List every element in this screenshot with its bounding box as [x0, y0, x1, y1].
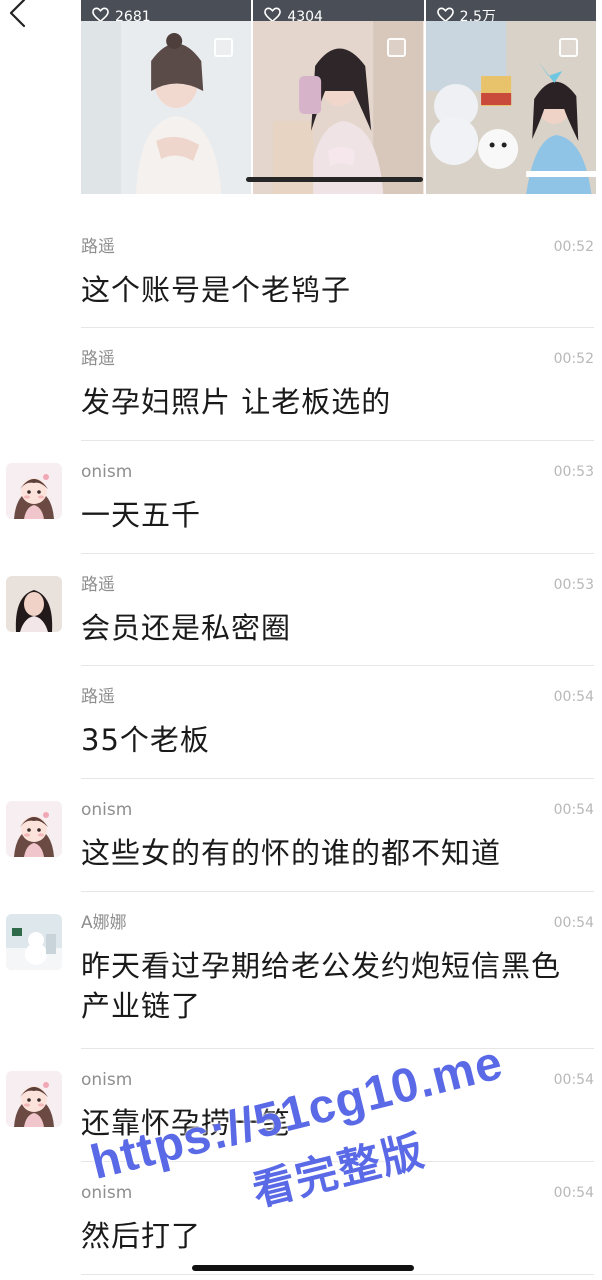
- home-indicator[interactable]: [192, 1265, 414, 1271]
- avatar[interactable]: [6, 463, 62, 519]
- avatar[interactable]: [6, 914, 62, 970]
- message-text: 这些女的有的怀的谁的都不知道: [81, 836, 502, 870]
- message-row[interactable]: A娜娜 00:54 昨天看过孕期给老公发约炮短信黑色产业链了: [0, 892, 602, 1049]
- image-gallery[interactable]: 2681 4304 2.5万: [81, 0, 596, 194]
- message-row[interactable]: onism 00:54 还靠怀孕捞一笔: [0, 1049, 602, 1162]
- sender-name: onism: [81, 1183, 133, 1203]
- message-time: 00:54: [553, 1185, 594, 1201]
- message-row[interactable]: onism 00:54 这些女的有的怀的谁的都不知道: [0, 779, 602, 892]
- gallery-item[interactable]: 4304: [253, 0, 424, 194]
- sender-name: onism: [81, 800, 133, 820]
- message-row[interactable]: 路遥 00:52 这个账号是个老鸨子: [0, 216, 602, 328]
- carousel-scroll-indicator: [246, 177, 423, 182]
- message-text: 一天五千: [81, 498, 202, 532]
- heart-outline-icon: [264, 7, 282, 21]
- avatar[interactable]: [6, 1071, 62, 1127]
- select-checkbox[interactable]: [386, 38, 406, 57]
- divider: [81, 1274, 594, 1275]
- message-text: 这个账号是个老鸨子: [81, 273, 352, 307]
- sender-name: 路遥: [81, 575, 115, 595]
- message-text: 还靠怀孕捞一笔: [81, 1106, 292, 1140]
- message-row[interactable]: 路遥 00:53 会员还是私密圈: [0, 554, 602, 666]
- sender-name: 路遥: [81, 349, 115, 369]
- avatar[interactable]: [6, 576, 62, 632]
- heart-outline-icon: [92, 7, 109, 21]
- message-text: 然后打了: [81, 1219, 202, 1253]
- gallery-item[interactable]: 2681: [81, 0, 252, 194]
- message-time: 00:53: [553, 464, 594, 480]
- message-time: 00:53: [553, 577, 594, 593]
- sender-name: onism: [81, 462, 133, 482]
- message-time: 00:54: [553, 802, 594, 818]
- chevron-left-icon[interactable]: [2, 0, 36, 30]
- like-count-bar: 2.5万: [425, 0, 596, 21]
- message-text: 35个老板: [81, 723, 210, 757]
- sender-name: 路遥: [81, 687, 115, 707]
- sender-name: onism: [81, 1070, 133, 1090]
- heart-outline-icon: [436, 7, 454, 21]
- message-row[interactable]: onism 00:54 然后打了: [0, 1162, 602, 1275]
- gallery-item[interactable]: 2.5万: [425, 0, 596, 194]
- message-text: 发孕妇照片 让老板选的: [81, 385, 392, 419]
- message-time: 00:52: [553, 351, 594, 367]
- like-count: 2.5万: [459, 9, 496, 21]
- like-count: 4304: [287, 9, 323, 21]
- message-time: 00:54: [553, 689, 594, 705]
- like-count-bar: 4304: [253, 0, 424, 21]
- message-time: 00:54: [553, 1072, 594, 1088]
- avatar[interactable]: [6, 801, 62, 857]
- sender-name: A娜娜: [81, 913, 127, 933]
- message-text: 昨天看过孕期给老公发约炮短信黑色产业链了: [81, 949, 562, 1023]
- select-checkbox[interactable]: [214, 38, 234, 57]
- like-count: 2681: [115, 9, 151, 21]
- message-row[interactable]: 路遥 00:54 35个老板: [0, 666, 602, 779]
- message-time: 00:52: [553, 239, 594, 255]
- like-count-bar: 2681: [81, 0, 252, 21]
- select-checkbox[interactable]: [558, 38, 578, 57]
- sender-name: 路遥: [81, 237, 115, 257]
- message-text: 会员还是私密圈: [81, 611, 292, 645]
- message-row[interactable]: 路遥 00:52 发孕妇照片 让老板选的: [0, 328, 602, 441]
- message-time: 00:54: [553, 915, 594, 931]
- message-row[interactable]: onism 00:53 一天五千: [0, 441, 602, 554]
